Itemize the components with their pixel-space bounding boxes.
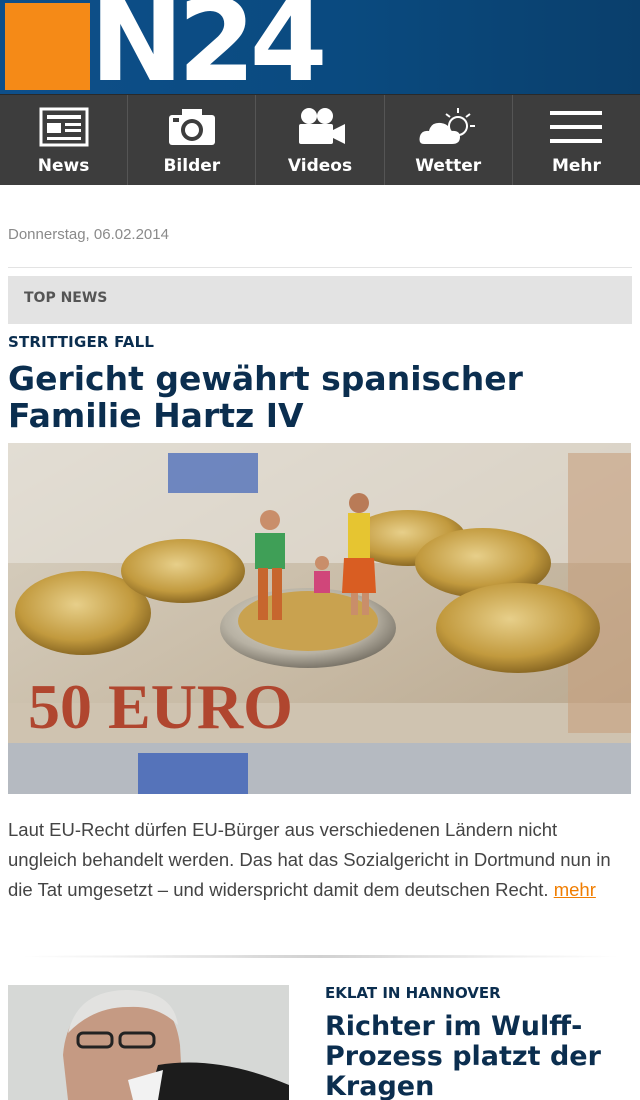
section-label: TOP NEWS <box>24 290 108 306</box>
logo-orange-square[interactable] <box>5 3 90 90</box>
menu-icon <box>546 104 606 150</box>
teaser-text: Laut EU-Recht dürfen EU-Bürger aus versc… <box>8 819 611 900</box>
article-headline[interactable]: Gericht gewährt spanischer Familie Hartz… <box>8 360 628 434</box>
nav-item-mehr[interactable]: Mehr <box>513 95 640 185</box>
nav-item-bilder[interactable]: Bilder <box>128 95 257 185</box>
nav-label: Wetter <box>415 156 482 176</box>
newspaper-icon <box>34 104 94 150</box>
nav-label: News <box>37 156 90 176</box>
article-image[interactable]: 50 EURO <box>8 443 631 794</box>
nav-label: Mehr <box>551 156 601 176</box>
article-teaser: Laut EU-Recht dürfen EU-Bürger aus versc… <box>8 815 628 905</box>
current-date: Donnerstag, 06.02.2014 <box>8 226 169 243</box>
nav-item-news[interactable]: News <box>0 95 129 185</box>
video-camera-icon <box>290 104 350 150</box>
article-thumbnail[interactable] <box>8 985 289 1100</box>
section-bar: TOP NEWS <box>8 276 632 324</box>
section-separator <box>18 955 622 958</box>
nav-item-wetter[interactable]: Wetter <box>385 95 513 185</box>
site-logo[interactable]: N24 <box>90 0 328 94</box>
nav-label: Bilder <box>163 156 221 176</box>
nav-item-videos[interactable]: Videos <box>256 95 385 185</box>
article-headline[interactable]: Richter im Wulff-Prozess platzt der Krag… <box>325 1012 625 1100</box>
banknote-text: 50 EURO <box>28 671 293 742</box>
divider <box>8 267 632 268</box>
nav-label: Videos <box>287 156 353 176</box>
weather-icon <box>418 104 478 150</box>
camera-icon <box>162 104 222 150</box>
article-kicker: EKLAT IN HANNOVER <box>325 984 501 1002</box>
more-link[interactable]: mehr <box>554 879 596 900</box>
article-kicker: STRITTIGER FALL <box>8 333 155 351</box>
main-nav: News Bilder Videos Wetter Mehr <box>0 94 640 185</box>
site-header: N24 <box>0 0 640 94</box>
